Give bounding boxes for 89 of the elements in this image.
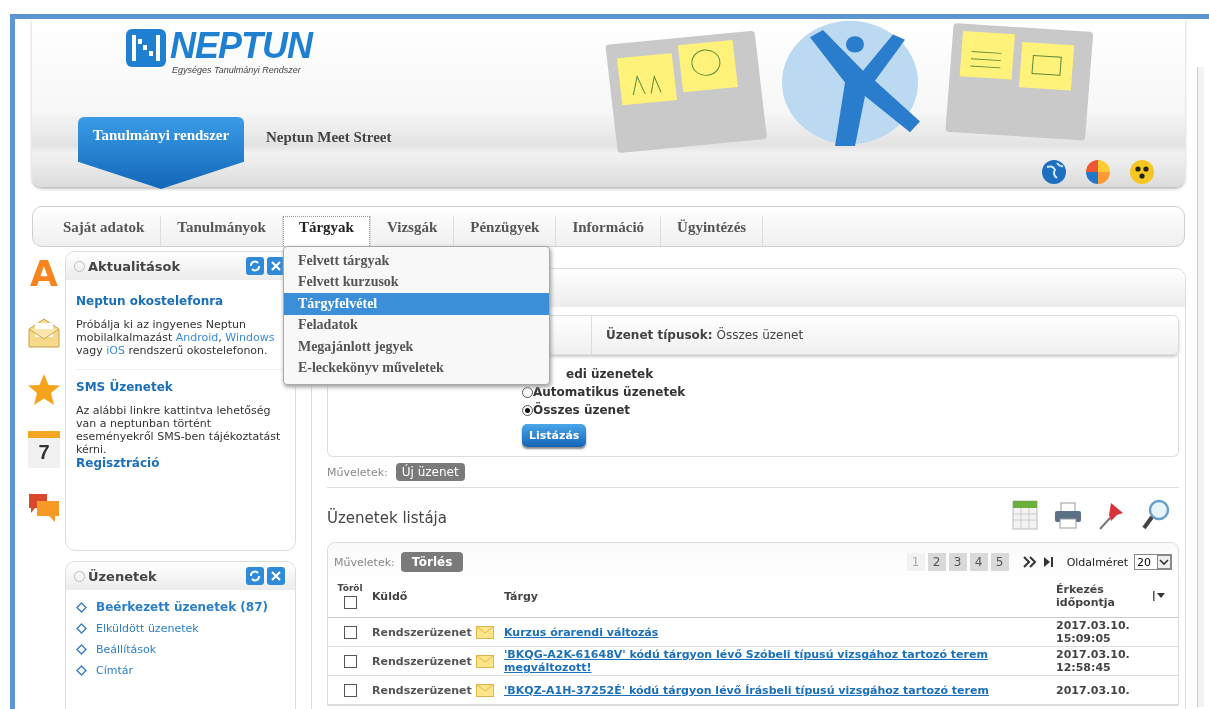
- subject-link[interactable]: 'BKQZ-A1H-37252É' kódú tárgyon lévő Írásbeli típusú vizsgához tartozó terem: [504, 683, 1056, 697]
- row-checkbox[interactable]: [343, 683, 357, 697]
- column-menu-icon[interactable]: [1152, 589, 1166, 602]
- dropdown-item[interactable]: Megajánlott jegyek: [283, 336, 549, 358]
- logo-title: NEPTUN: [170, 27, 312, 65]
- messages-link[interactable]: Beérkezett üzenetek (87): [96, 600, 268, 614]
- column-header: Töröl: [337, 583, 363, 593]
- radio-button[interactable]: [522, 404, 533, 416]
- messages-link[interactable]: Beállítások: [96, 643, 157, 656]
- page-button[interactable]: 4: [969, 553, 988, 571]
- calendar-icon[interactable]: 7: [28, 431, 60, 468]
- filter-summary: Üzenet típusok: Összes üzenet: [606, 328, 804, 342]
- subject-link[interactable]: 'BKQG-A2K-61648V' kódú tárgyon lévő Szóbeli típusú vizsgához tartozó terem megváltozott!: [504, 648, 1056, 674]
- date-cell-text: 2017.03.10. 15:09:05: [1056, 619, 1131, 645]
- actions-label: Műveletek:: [327, 465, 388, 479]
- print-icon[interactable]: [1053, 500, 1083, 530]
- select-all-checkbox[interactable]: [343, 596, 357, 609]
- delete-button[interactable]: Törlés: [400, 552, 464, 572]
- dots-circle-icon[interactable]: [1129, 159, 1155, 185]
- column-header[interactable]: Tárgy: [504, 589, 1056, 603]
- dropdown-item[interactable]: Feladatok: [283, 314, 549, 336]
- dropdown-item[interactable]: Tárgyfelvétel: [283, 293, 549, 315]
- date-cell-text: 2017.03.10.: [1056, 683, 1131, 697]
- next-page-icon[interactable]: [1022, 556, 1037, 568]
- refresh-icon[interactable]: [246, 567, 264, 585]
- last-page-icon[interactable]: [1042, 556, 1055, 568]
- bullet-icon: [76, 665, 87, 676]
- section-title: Üzenetek listája: [327, 507, 448, 527]
- page-button[interactable]: 5: [990, 553, 1009, 571]
- logo-icon: [124, 27, 168, 69]
- text-link[interactable]: iOS: [106, 344, 125, 357]
- column-header[interactable]: Küldő: [372, 589, 408, 603]
- radio-button[interactable]: [522, 386, 533, 398]
- row-checkbox[interactable]: [343, 654, 357, 668]
- search-icon[interactable]: [1141, 498, 1171, 532]
- close-icon[interactable]: [267, 567, 285, 585]
- page-size-label: Oldalméret: [1066, 555, 1128, 569]
- system-tab[interactable]: Tanulmányi rendszer: [78, 117, 244, 189]
- menu-item[interactable]: Vizsgák: [370, 216, 454, 246]
- news-text: Az alábbi linkre kattintva lehetőség van a neptunban történt eseményekről SMS-ben tájékoztatást kérni.: [76, 404, 282, 456]
- page-button[interactable]: 2: [927, 553, 946, 571]
- chat-icon[interactable]: [27, 492, 61, 524]
- sender-cell: Rendszerüzenet: [372, 654, 472, 668]
- envelope-icon: [475, 654, 494, 668]
- row-checkbox[interactable]: [343, 625, 357, 639]
- radio-label: edi üzenetek: [566, 367, 654, 381]
- messages-link[interactable]: Elküldött üzenetek: [96, 622, 199, 635]
- messages-link[interactable]: Címtár: [96, 664, 134, 677]
- menu-item[interactable]: Információ: [556, 216, 661, 246]
- list-button[interactable]: Listázás: [522, 424, 587, 447]
- news-title[interactable]: SMS Üzenetek: [76, 380, 285, 394]
- sender-cell: Rendszerüzenet: [372, 625, 472, 639]
- spreadsheet-icon[interactable]: [1011, 499, 1039, 531]
- dropdown-item[interactable]: Felvett kurzusok: [283, 271, 549, 293]
- globe-icon[interactable]: [1041, 159, 1067, 185]
- subject-link[interactable]: Kurzus órarendi változás: [504, 625, 1056, 639]
- envelope-icon: [475, 683, 494, 697]
- column-header[interactable]: Érkezés időpontja: [1056, 583, 1152, 609]
- register-link[interactable]: Regisztráció: [76, 456, 285, 470]
- menu-item[interactable]: Tanulmányok: [161, 216, 282, 246]
- logo-subtitle: Egységes Tanulmányi Rendszer: [172, 65, 302, 75]
- news-title[interactable]: Neptun okostelefonra: [76, 294, 285, 308]
- refresh-icon[interactable]: [246, 257, 264, 275]
- sender-cell: Rendszerüzenet: [372, 683, 472, 697]
- star-icon[interactable]: [27, 373, 61, 407]
- news-text: Próbálja ki az ingyenes Neptun mobilalkalmazást Android, Windows vagy iOS rendszerű okostelefonon.: [76, 318, 276, 357]
- actions-label: Műveletek:: [334, 555, 395, 569]
- color-wheel-icon[interactable]: [1085, 159, 1111, 185]
- menu-item[interactable]: Pénzügyek: [454, 216, 556, 246]
- radio-label: Összes üzenet: [533, 403, 630, 417]
- menu-item[interactable]: Tárgyak: [282, 216, 370, 246]
- panel-title: Aktualitások: [88, 258, 182, 274]
- system-tab[interactable]: Neptun Meet Street: [262, 117, 396, 158]
- new-message-button[interactable]: Új üzenet: [395, 463, 465, 481]
- page-button[interactable]: 3: [948, 553, 967, 571]
- scrollbar[interactable]: [1197, 67, 1204, 707]
- menu-item[interactable]: Saját adatok: [47, 216, 161, 246]
- dropdown-item[interactable]: E-leckekönyv műveletek: [283, 357, 549, 379]
- bullet-icon: [76, 623, 87, 634]
- envelope-icon: [475, 625, 494, 639]
- bullet-icon: [76, 644, 87, 655]
- bullet-icon: [76, 601, 87, 613]
- menu-item[interactable]: Ügyintézés: [661, 216, 763, 246]
- dropdown-item[interactable]: Felvett tárgyak: [283, 250, 549, 272]
- text-link[interactable]: Windows: [225, 331, 275, 344]
- date-cell-text: 2017.03.10. 12:58:45: [1056, 648, 1131, 674]
- radio-label: Automatikus üzenetek: [533, 385, 686, 399]
- panel-title: Üzenetek: [88, 568, 158, 584]
- page-size-select[interactable]: 20: [1134, 554, 1172, 570]
